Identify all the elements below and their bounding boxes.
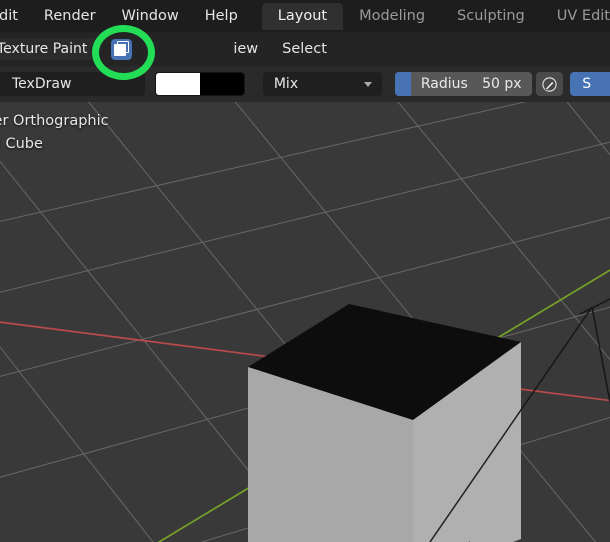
top-bar: dit Render Window Help Layout Modeling S… (0, 0, 610, 32)
brush-pressure-icon-button[interactable] (535, 72, 564, 96)
brush-color-swatch[interactable] (154, 72, 245, 96)
brush-name-field[interactable]: TexDraw (0, 72, 145, 96)
mode-icon-front-square (113, 43, 126, 56)
radius-slider-fill (394, 72, 411, 96)
3d-viewport[interactable]: ser Orthographic 1) Cube (0, 102, 610, 542)
radius-label: Radius (420, 76, 468, 92)
blend-mode-select[interactable]: Mix (262, 72, 382, 96)
top-bar-menus: dit Render Window Help (0, 0, 251, 32)
strength-label: S (582, 76, 592, 92)
strength-slider[interactable]: S (570, 72, 610, 96)
workspace-tabs: Layout Modeling Sculpting UV Editing Tex… (261, 0, 610, 32)
menu-edit[interactable]: dit (0, 0, 31, 32)
tool-settings-bar: TexDraw Mix Radius 50 px S (0, 66, 610, 102)
radius-value: 50 px (482, 76, 522, 92)
viewport-menus: iew Select (221, 32, 339, 66)
menu-select[interactable]: Select (270, 32, 339, 66)
tab-uv-editing[interactable]: UV Editing (541, 3, 610, 30)
tab-layout[interactable]: Layout (261, 2, 344, 30)
blend-mode-label: Mix (273, 76, 299, 92)
blender-window: dit Render Window Help Layout Modeling S… (0, 0, 610, 542)
menu-view[interactable]: iew (221, 32, 270, 66)
primary-color-swatch[interactable] (155, 73, 200, 95)
secondary-color-swatch[interactable] (199, 73, 244, 95)
viewport-canvas (0, 102, 610, 542)
viewport-header: Texture Paint iew Select (0, 32, 610, 66)
mode-selector[interactable]: Texture Paint (0, 38, 97, 60)
menu-render[interactable]: Render (31, 0, 109, 32)
tab-sculpting[interactable]: Sculpting (441, 3, 541, 30)
brush-pressure-icon (542, 76, 557, 92)
chevron-down-icon (363, 81, 372, 87)
tab-modeling[interactable]: Modeling (343, 3, 441, 30)
texture-paint-mode-icon (110, 38, 132, 60)
mode-label: Texture Paint (0, 41, 88, 57)
texture-paint-mode-icon-button[interactable] (108, 38, 134, 60)
menu-window[interactable]: Window (109, 0, 192, 32)
radius-slider[interactable]: Radius 50 px (394, 72, 532, 96)
menu-help[interactable]: Help (192, 0, 251, 32)
